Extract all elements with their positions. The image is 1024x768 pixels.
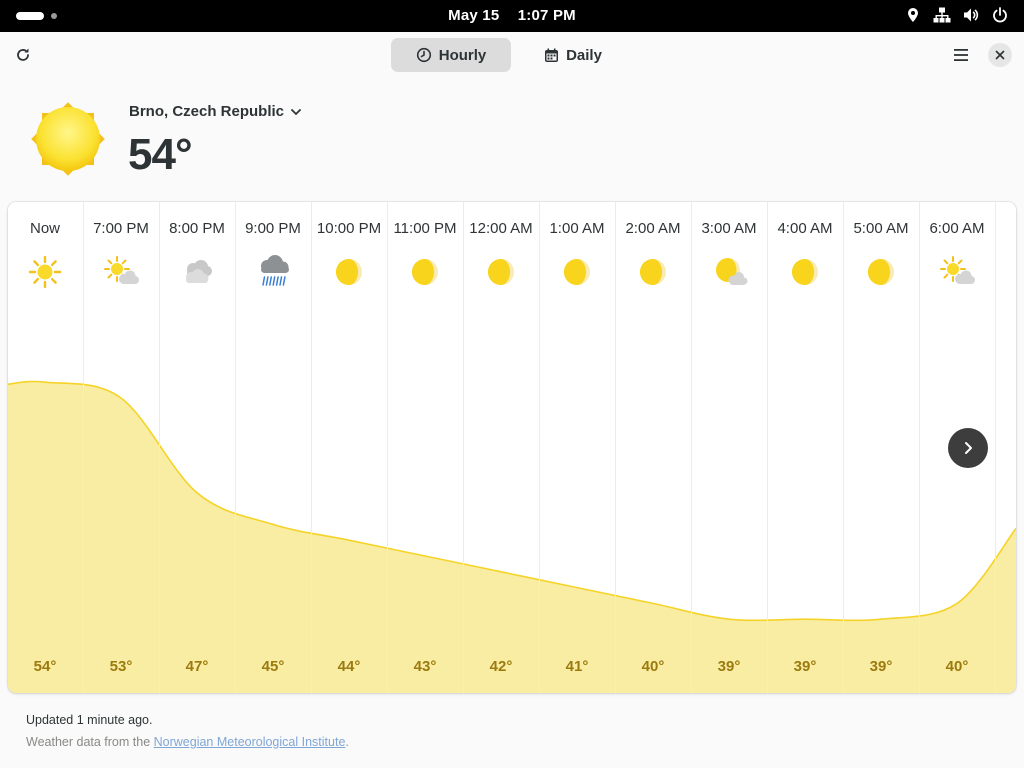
column-divider — [83, 202, 84, 693]
tab-hourly[interactable]: Hourly — [391, 38, 511, 72]
hour-temperature: 41° — [565, 658, 589, 675]
main-menu-button[interactable] — [945, 39, 977, 71]
current-temperature: 54° — [128, 130, 193, 179]
network-icon — [933, 7, 951, 23]
moon-icon — [405, 254, 445, 290]
column-divider — [463, 202, 464, 693]
tab-daily[interactable]: Daily — [531, 38, 615, 72]
clock[interactable]: May 15 1:07 PM — [0, 7, 1024, 24]
data-source-text: Weather data from the Norwegian Meteorol… — [26, 735, 349, 749]
hour-temperature: 47° — [185, 658, 209, 675]
hour-temperature: 39° — [793, 658, 817, 675]
column-divider — [691, 202, 692, 693]
column-divider — [615, 202, 616, 693]
hour-temperature: 42° — [489, 658, 513, 675]
tab-hourly-label: Hourly — [438, 46, 487, 64]
sunny-icon — [31, 102, 105, 176]
sun-cloud-icon — [101, 254, 141, 290]
hamburger-menu-icon — [954, 49, 968, 61]
column-divider — [919, 202, 920, 693]
close-button[interactable] — [988, 43, 1012, 67]
hour-label: 6:00 AM — [929, 220, 985, 237]
power-icon — [993, 7, 1007, 23]
volume-icon — [964, 8, 979, 22]
cloud-icon — [177, 254, 217, 290]
source-suffix: . — [345, 735, 349, 749]
column-divider — [235, 202, 236, 693]
sun-cloud-icon — [937, 254, 977, 290]
header-bar: Hourly Daily — [0, 32, 1024, 78]
hour-temperature: 44° — [337, 658, 361, 675]
refresh-icon — [17, 48, 29, 61]
chevron-down-icon — [291, 108, 301, 115]
hour-temperature: 39° — [717, 658, 741, 675]
system-top-bar: May 15 1:07 PM — [0, 0, 1024, 32]
rain-icon — [253, 254, 293, 290]
tab-daily-label: Daily — [566, 46, 602, 64]
moon-icon — [557, 254, 597, 290]
source-prefix: Weather data from the — [26, 735, 154, 749]
hour-temperature: 39° — [869, 658, 893, 675]
hour-temperature: 40° — [641, 658, 665, 675]
hour-temperature: 43° — [413, 658, 437, 675]
column-divider — [387, 202, 388, 693]
location-icon — [908, 8, 918, 22]
sun-icon — [25, 254, 65, 290]
column-divider — [311, 202, 312, 693]
chevron-right-icon — [965, 442, 972, 454]
moon-icon — [633, 254, 673, 290]
moon-icon — [861, 254, 901, 290]
column-divider — [159, 202, 160, 693]
hourly-forecast-card[interactable]: Now 54° 7:00 PM 53° 8:00 PM 47° 9:00 PM 45° 10:0… — [8, 202, 1016, 693]
column-divider — [539, 202, 540, 693]
system-tray[interactable] — [905, 7, 1008, 23]
clock-icon — [416, 47, 431, 63]
location-name: Brno, Czech Republic — [129, 103, 285, 120]
column-divider — [843, 202, 844, 693]
hour-temperature: 45° — [261, 658, 285, 675]
moon-icon — [785, 254, 825, 290]
column-divider — [767, 202, 768, 693]
last-updated-text: Updated 1 minute ago. — [26, 713, 153, 727]
moon-icon — [329, 254, 369, 290]
close-icon — [995, 50, 1005, 60]
source-link[interactable]: Norwegian Meteorological Institute — [154, 735, 346, 749]
hour-temperature: 40° — [945, 658, 969, 675]
clock-time: 1:07 PM — [517, 7, 576, 24]
moon-cloud-icon — [709, 254, 749, 290]
moon-icon — [481, 254, 521, 290]
location-selector[interactable]: Brno, Czech Republic — [129, 103, 302, 120]
scroll-next-button[interactable] — [948, 428, 988, 468]
clock-date: May 15 — [448, 7, 500, 24]
hour-temperature: 53° — [109, 658, 133, 675]
column-divider — [995, 202, 996, 693]
hour-temperature: 54° — [33, 658, 57, 675]
calendar-icon — [545, 48, 559, 62]
refresh-button[interactable] — [7, 39, 39, 71]
